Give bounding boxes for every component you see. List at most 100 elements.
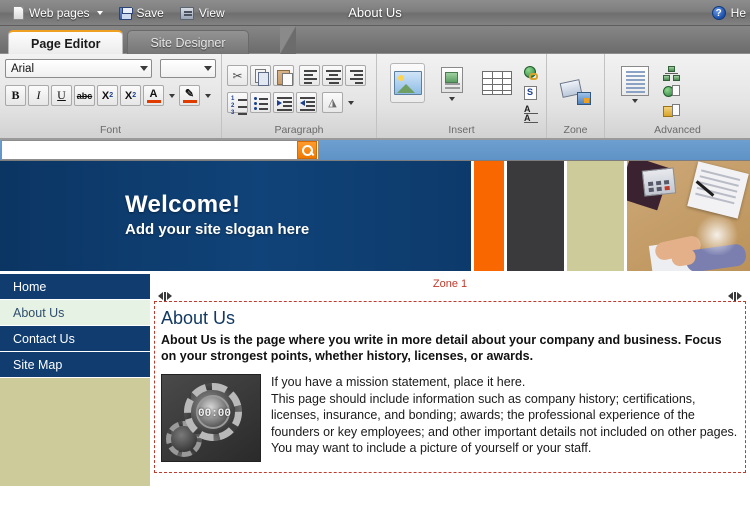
hyperlink-globe-icon xyxy=(523,65,540,82)
bold-button[interactable]: B xyxy=(5,85,26,106)
bullet-list-button[interactable] xyxy=(250,92,271,113)
paste-icon xyxy=(274,66,293,86)
align-center-button[interactable] xyxy=(322,65,343,86)
ribbon-group-paragraph-label: Paragraph xyxy=(274,124,324,136)
nav-item-about-us[interactable]: About Us xyxy=(0,300,150,326)
banner-subtitle: Add your site slogan here xyxy=(125,221,310,238)
superscript-button[interactable]: X2 xyxy=(120,85,141,106)
chevron-down-icon[interactable] xyxy=(632,99,638,103)
numbered-list-button[interactable]: 1 2 3 xyxy=(227,92,248,116)
banner-swatch-orange xyxy=(471,161,504,271)
nav-item-home[interactable]: Home xyxy=(0,274,150,300)
align-left-button[interactable] xyxy=(299,65,320,86)
tab-strip-bevel xyxy=(280,26,296,54)
ribbon-group-zone-label: Zone xyxy=(563,124,588,136)
zone-handle-row xyxy=(154,291,746,301)
insert-image-button[interactable] xyxy=(390,63,425,103)
advanced-network-button[interactable] xyxy=(662,65,681,82)
banner-title: Welcome! xyxy=(125,191,241,218)
tab-page-editor[interactable]: Page Editor xyxy=(8,30,124,54)
arrow-left-icon xyxy=(728,292,733,300)
help-circle-icon[interactable]: ? xyxy=(711,6,726,20)
paint-bucket-icon: ◮ xyxy=(328,97,337,109)
advanced-style-button[interactable] xyxy=(662,103,681,120)
insert-table-button[interactable] xyxy=(479,63,514,103)
increase-indent-button[interactable] xyxy=(273,92,294,113)
handle-bar xyxy=(164,291,166,301)
zone-resize-handle-right[interactable] xyxy=(728,291,742,301)
ribbon-group-zone: Zone xyxy=(547,54,605,138)
insert-text-button[interactable]: AA xyxy=(522,103,541,123)
fill-color-button[interactable]: ◮ xyxy=(322,92,343,113)
insert-hyperlink-button[interactable] xyxy=(522,65,541,82)
handle-bar xyxy=(734,291,736,301)
menu-item-view[interactable]: View xyxy=(173,2,232,24)
arrow-right-icon xyxy=(737,292,742,300)
site-navigation: Home About Us Contact Us Site Map xyxy=(0,271,150,486)
text-icon: AA xyxy=(523,104,540,123)
magnifier-icon xyxy=(301,144,313,156)
help-area[interactable]: ? He xyxy=(711,0,750,26)
font-color-button[interactable]: A xyxy=(143,85,164,106)
chevron-down-icon xyxy=(347,100,354,105)
zone-resize-handle-left[interactable] xyxy=(158,291,172,301)
scissors-icon: ✂ xyxy=(232,68,243,83)
banner-photo xyxy=(624,161,750,271)
save-disk-icon xyxy=(118,6,133,20)
help-label: He xyxy=(730,6,746,20)
subscript-button[interactable]: X2 xyxy=(97,85,118,106)
strikethrough-button[interactable]: abc xyxy=(74,85,95,106)
tab-site-designer-label: Site Designer xyxy=(150,36,226,50)
page-icon xyxy=(13,6,24,20)
advanced-web-page-button[interactable] xyxy=(662,84,681,101)
insert-document-button[interactable] xyxy=(433,63,471,97)
tab-site-designer[interactable]: Site Designer xyxy=(127,30,249,54)
nav-item-site-map[interactable]: Site Map xyxy=(0,352,150,378)
increase-indent-icon xyxy=(277,97,292,113)
chevron-down-icon[interactable] xyxy=(449,97,455,101)
table-icon xyxy=(481,71,512,95)
copy-icon xyxy=(251,66,270,86)
decrease-indent-button[interactable] xyxy=(296,92,317,113)
font-color-dropdown[interactable] xyxy=(166,85,177,106)
menu-item-web-pages-label: Web pages xyxy=(29,6,90,20)
content-body-text: If you have a mission statement, place i… xyxy=(271,374,739,462)
copy-button[interactable] xyxy=(250,65,271,86)
menu-item-save[interactable]: Save xyxy=(112,2,171,24)
site-body: Home About Us Contact Us Site Map Zone 1 xyxy=(0,271,750,486)
editable-zone-1[interactable]: About Us About Us is the page where you … xyxy=(154,301,746,473)
highlight-pen-icon: ✎ xyxy=(184,87,195,100)
paste-button[interactable] xyxy=(273,65,294,86)
chevron-down-icon xyxy=(204,66,212,71)
zone-properties-button[interactable] xyxy=(557,71,595,111)
bullet-list-icon xyxy=(254,97,268,112)
search-box[interactable] xyxy=(1,140,319,160)
font-family-select[interactable]: Arial xyxy=(5,59,153,78)
chevron-down-icon xyxy=(140,66,149,71)
font-family-value: Arial xyxy=(11,62,35,75)
ribbon-group-font: Arial B I U abc X2 X2 A ✎ Font xyxy=(0,54,222,138)
search-input[interactable] xyxy=(2,141,297,159)
cut-button[interactable]: ✂ xyxy=(227,65,248,86)
highlight-color-button[interactable]: ✎ xyxy=(179,85,200,106)
fill-color-dropdown[interactable] xyxy=(345,92,356,113)
ribbon-group-insert-label: Insert xyxy=(448,124,475,136)
underline-button[interactable]: U xyxy=(51,85,72,106)
align-right-button[interactable] xyxy=(345,65,366,86)
nav-item-contact-us-label: Contact Us xyxy=(13,332,75,346)
nav-item-contact-us[interactable]: Contact Us xyxy=(0,326,150,352)
arrow-left-icon xyxy=(158,292,163,300)
advanced-layout-button[interactable] xyxy=(616,63,654,99)
font-size-select[interactable] xyxy=(160,59,216,78)
menu-item-web-pages[interactable]: Web pages xyxy=(6,2,110,24)
zone-label: Zone 1 xyxy=(432,278,468,290)
decrease-indent-icon xyxy=(300,97,315,113)
insert-form-button[interactable] xyxy=(522,84,541,101)
gears-clock-image[interactable]: 00:00 xyxy=(161,374,261,462)
ribbon-toolbar: Arial B I U abc X2 X2 A ✎ Font ✂ 1 2 3 ◮… xyxy=(0,54,750,139)
highlight-color-dropdown[interactable] xyxy=(202,85,213,106)
ribbon-group-advanced: Advanced xyxy=(605,54,750,138)
search-button[interactable] xyxy=(297,141,317,159)
italic-button[interactable]: I xyxy=(28,85,49,106)
ribbon-group-advanced-label: Advanced xyxy=(654,124,701,136)
